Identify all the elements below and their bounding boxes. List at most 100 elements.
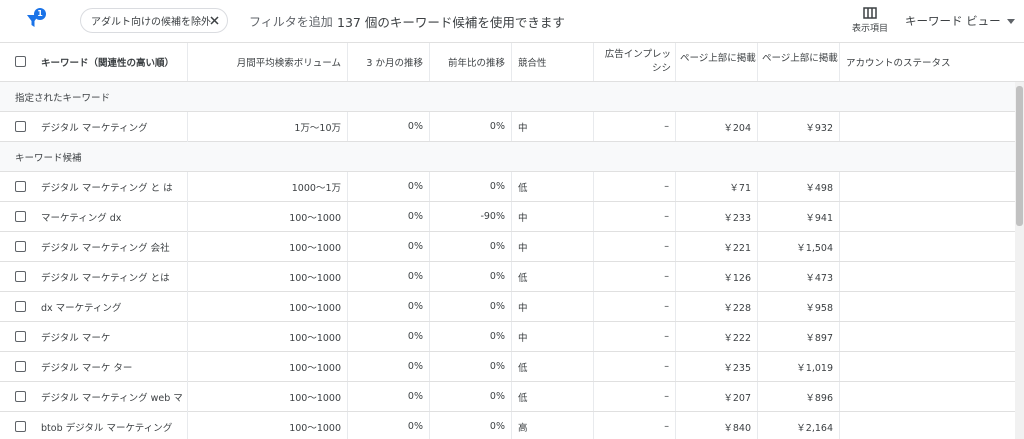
chevron-down-icon: [1006, 19, 1015, 24]
cell-low-bid: ￥221: [676, 232, 758, 261]
select-all-checkbox[interactable]: [15, 56, 26, 67]
row-checkbox[interactable]: [15, 391, 26, 402]
cell-three-month: 0%: [348, 202, 430, 231]
cell-low-bid: ￥235: [676, 352, 758, 381]
cell-volume: 1万～10万: [188, 112, 348, 141]
row-checkbox[interactable]: [15, 271, 26, 282]
header-low-bid[interactable]: ページ上部に掲載: [676, 43, 758, 81]
keyword-count-text: 137 個のキーワード候補を使用できます: [337, 15, 565, 30]
header-high-bid[interactable]: ページ上部に掲載: [758, 43, 840, 81]
close-icon[interactable]: [207, 13, 222, 28]
cell-competition: 低: [512, 262, 594, 291]
header-impression-share[interactable]: 広告インプレッシシ: [594, 43, 676, 81]
header-yoy[interactable]: 前年比の推移: [430, 43, 512, 81]
cell-low-bid: ￥228: [676, 292, 758, 321]
header-competition[interactable]: 競合性: [512, 43, 594, 81]
cell-competition: 低: [512, 172, 594, 201]
filter-toolbar: 1 アダルト向けの候補を除外 フィルタを追加 137 個のキーワード候補を使用で…: [0, 0, 1024, 42]
cell-high-bid: ￥897: [758, 322, 840, 351]
cell-account-status: [840, 412, 1015, 439]
columns-label: 表示項目: [851, 24, 888, 34]
cell-three-month: 0%: [348, 172, 430, 201]
table-row[interactable]: btob デジタル マーケティング 100～1000 0% 0% 高 – ￥840 ￥2,16…: [0, 412, 1024, 439]
cell-yoy: 0%: [430, 292, 512, 321]
cell-account-status: [840, 292, 1015, 321]
row-checkbox[interactable]: [15, 301, 26, 312]
header-account-status[interactable]: アカウントのステータス: [840, 43, 1015, 81]
keyword-text: デジタル マーケティング 会社: [41, 243, 170, 254]
table-row[interactable]: デジタル マーケ ター 100～1000 0% 0% 低 – ￥235 ￥1,019: [0, 352, 1024, 382]
header-three-month[interactable]: 3 か月の推移: [348, 43, 430, 81]
table-row[interactable]: デジタル マーケティング 1万～10万 0% 0% 中 – ￥204 ￥932: [0, 112, 1024, 142]
cell-high-bid: ￥1,504: [758, 232, 840, 261]
table-row[interactable]: デジタル マーケティング 会社 100～1000 0% 0% 中 – ￥221 ￥1,504: [0, 232, 1024, 262]
cell-competition: 高: [512, 412, 594, 439]
cell-account-status: [840, 322, 1015, 351]
cell-impression-share: –: [594, 202, 676, 231]
cell-impression-share: –: [594, 172, 676, 201]
cell-volume: 100～1000: [188, 292, 348, 321]
cell-account-status: [840, 382, 1015, 411]
cell-account-status: [840, 172, 1015, 201]
cell-low-bid: ￥840: [676, 412, 758, 439]
keyword-view-dropdown[interactable]: キーワード ビュー: [905, 13, 1015, 29]
keyword-text: デジタル マーケティング とは: [41, 273, 170, 284]
table-row[interactable]: デジタル マーケティング とは 100～1000 0% 0% 低 – ￥126 ￥473: [0, 262, 1024, 292]
cell-competition: 低: [512, 352, 594, 381]
cell-impression-share: –: [594, 292, 676, 321]
cell-volume: 100～1000: [188, 382, 348, 411]
cell-high-bid: ￥941: [758, 202, 840, 231]
columns-icon: [863, 7, 877, 19]
filter-count-badge: 1: [34, 8, 46, 20]
cell-yoy: -90%: [430, 202, 512, 231]
header-keyword[interactable]: キーワード（関連性の高い順）: [0, 43, 188, 81]
cell-yoy: 0%: [430, 232, 512, 261]
table-row[interactable]: dx マーケティング 100～1000 0% 0% 中 – ￥228 ￥958: [0, 292, 1024, 322]
keyword-text: dx マーケティング: [41, 303, 122, 314]
cell-impression-share: –: [594, 232, 676, 261]
cell-low-bid: ￥71: [676, 172, 758, 201]
header-volume[interactable]: 月間平均検索ボリューム: [188, 43, 348, 81]
cell-yoy: 0%: [430, 382, 512, 411]
add-filter-button[interactable]: フィルタを追加: [249, 13, 333, 30]
cell-account-status: [840, 112, 1015, 141]
keyword-text: デジタル マーケティング と は: [41, 183, 173, 194]
cell-competition: 低: [512, 382, 594, 411]
vertical-scrollbar[interactable]: [1015, 82, 1024, 439]
cell-impression-share: –: [594, 412, 676, 439]
cell-yoy: 0%: [430, 172, 512, 201]
keyword-text: デジタル マーケ ター: [41, 363, 133, 374]
row-checkbox[interactable]: [15, 361, 26, 372]
cell-yoy: 0%: [430, 412, 512, 439]
section-keyword-ideas: キーワード候補: [0, 142, 1024, 172]
table-row[interactable]: マーケティング dx 100～1000 0% -90% 中 – ￥233 ￥941: [0, 202, 1024, 232]
row-checkbox[interactable]: [15, 421, 26, 432]
scrollbar-thumb[interactable]: [1016, 86, 1023, 226]
cell-account-status: [840, 262, 1015, 291]
table-row[interactable]: デジタル マーケティング web マ… 100～1000 0% 0% 低 – ￥207 ￥89…: [0, 382, 1024, 412]
columns-button[interactable]: 表示項目: [847, 6, 893, 38]
cell-high-bid: ￥1,019: [758, 352, 840, 381]
cell-impression-share: –: [594, 322, 676, 351]
cell-competition: 中: [512, 322, 594, 351]
cell-low-bid: ￥207: [676, 382, 758, 411]
cell-account-status: [840, 202, 1015, 231]
row-checkbox[interactable]: [15, 121, 26, 132]
cell-impression-share: –: [594, 112, 676, 141]
adult-filter-chip[interactable]: アダルト向けの候補を除外: [80, 8, 228, 33]
cell-competition: 中: [512, 202, 594, 231]
table-row[interactable]: デジタル マーケ 100～1000 0% 0% 中 – ￥222 ￥897: [0, 322, 1024, 352]
cell-yoy: 0%: [430, 322, 512, 351]
cell-three-month: 0%: [348, 292, 430, 321]
row-checkbox[interactable]: [15, 331, 26, 342]
cell-volume: 100～1000: [188, 232, 348, 261]
row-checkbox[interactable]: [15, 211, 26, 222]
row-checkbox[interactable]: [15, 181, 26, 192]
cell-three-month: 0%: [348, 232, 430, 261]
cell-three-month: 0%: [348, 412, 430, 439]
cell-high-bid: ￥2,164: [758, 412, 840, 439]
table-row[interactable]: デジタル マーケティング と は 1000～1万 0% 0% 低 – ￥71 ￥498: [0, 172, 1024, 202]
cell-low-bid: ￥204: [676, 112, 758, 141]
row-checkbox[interactable]: [15, 241, 26, 252]
cell-account-status: [840, 232, 1015, 261]
